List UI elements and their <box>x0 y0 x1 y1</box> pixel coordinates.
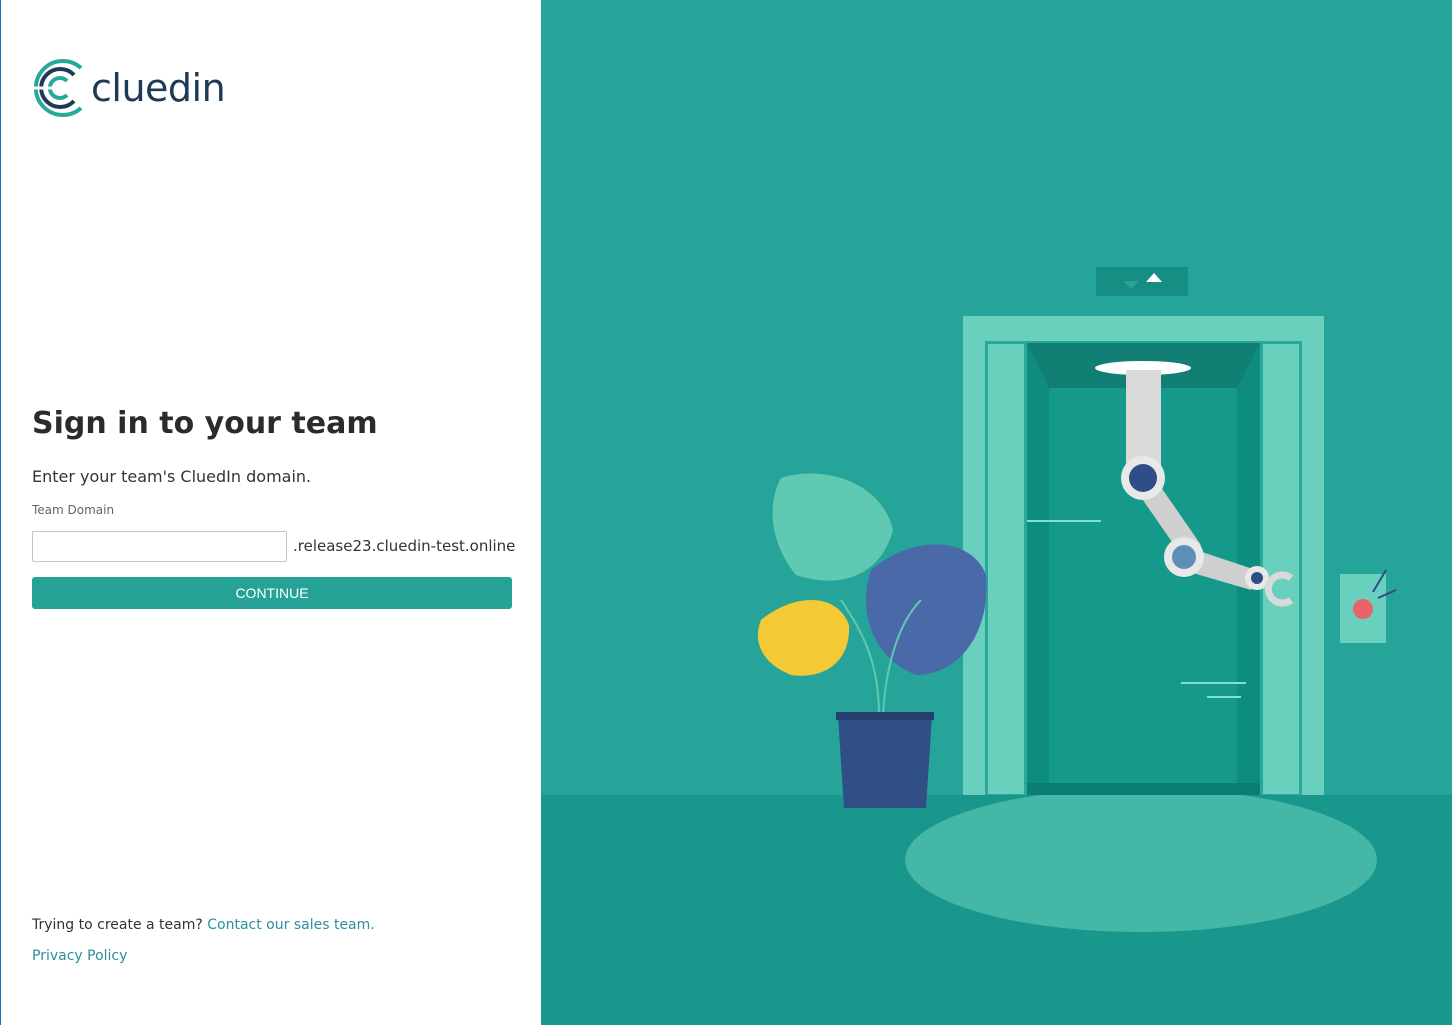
page-title: Sign in to your team <box>32 406 378 441</box>
privacy-policy-link[interactable]: Privacy Policy <box>32 948 127 964</box>
right-door <box>1263 344 1299 794</box>
team-domain-label: Team Domain <box>32 503 115 517</box>
create-team-line: Trying to create a team? Contact our sal… <box>32 917 375 933</box>
signin-subtitle: Enter your team's CluedIn domain. <box>32 467 312 486</box>
cluedin-c-logo-icon <box>31 59 83 117</box>
plant-leaf-teal <box>772 473 893 581</box>
contact-sales-link[interactable]: Contact our sales team. <box>207 917 374 933</box>
robot-arm-upper <box>1126 370 1161 465</box>
illustration-panel <box>541 0 1452 1025</box>
robot-arm-elevator-illustration <box>541 267 1452 1025</box>
continue-button[interactable]: CONTINUE <box>32 577 512 609</box>
plant-leaf-yellow <box>757 600 850 676</box>
team-domain-input[interactable] <box>32 531 287 562</box>
call-button-icon <box>1353 599 1373 619</box>
brand-name: cluedin <box>91 66 226 110</box>
light-pool <box>905 788 1377 932</box>
domain-suffix: .release23.cluedin-test.online <box>293 537 516 555</box>
signin-panel: cluedin Sign in to your team Enter your … <box>0 0 541 1025</box>
create-team-text: Trying to create a team? <box>32 917 203 933</box>
left-door <box>988 344 1024 794</box>
cluedin-logo: cluedin <box>31 58 226 118</box>
plant-pot <box>838 716 932 808</box>
elevator-indicator <box>1096 267 1188 296</box>
